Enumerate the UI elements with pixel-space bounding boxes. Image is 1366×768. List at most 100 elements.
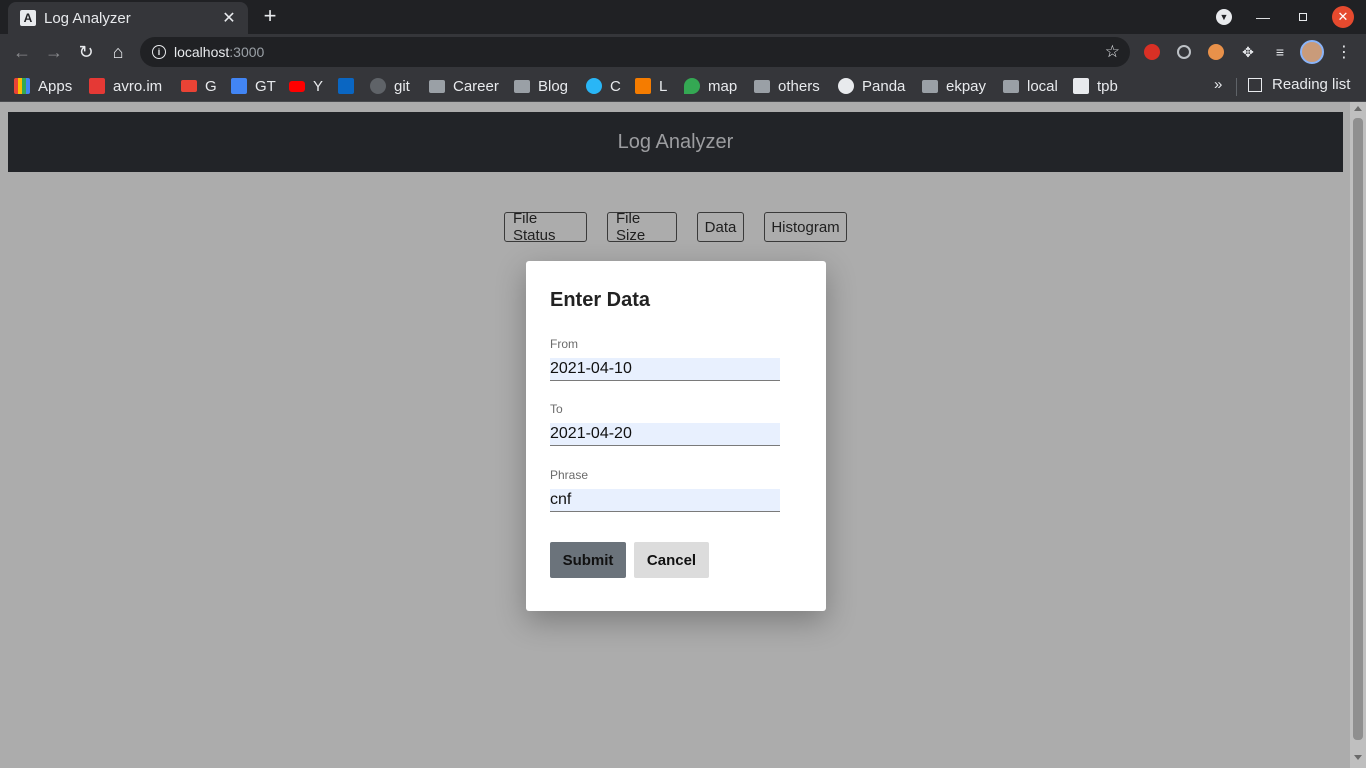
- bookmark-label: Apps: [38, 77, 73, 95]
- file-size-button[interactable]: File Size: [607, 210, 677, 244]
- bookmark-folder-local[interactable]: local: [1003, 76, 1058, 96]
- submit-button[interactable]: Submit: [550, 542, 626, 578]
- bookmark-linkedin[interactable]: [338, 76, 354, 96]
- bookmark-label: map: [708, 77, 738, 95]
- scroll-down-arrow-icon[interactable]: [1354, 755, 1362, 760]
- folder-icon: [429, 79, 445, 93]
- back-arrow-icon[interactable]: ←: [10, 40, 34, 64]
- bookmark-label: Career: [453, 77, 499, 95]
- bookmark-label: Blog: [538, 77, 569, 95]
- bookmark-label: Panda: [862, 77, 906, 95]
- reading-list-button[interactable]: Reading list: [1248, 76, 1350, 93]
- url-text: localhost:3000: [174, 44, 264, 60]
- bookmark-label: tpb: [1097, 77, 1118, 95]
- bookmark-label: ekpay: [946, 77, 987, 95]
- bookmark-youtube[interactable]: Y: [289, 76, 323, 96]
- avro-icon: [89, 78, 105, 94]
- scroll-thumb[interactable]: [1353, 118, 1363, 740]
- extension-owl-icon[interactable]: [1206, 42, 1226, 62]
- profile-avatar[interactable]: [1300, 40, 1324, 64]
- more-bookmarks-icon[interactable]: »: [1214, 76, 1222, 93]
- bookmark-folder-blog[interactable]: Blog: [514, 76, 568, 96]
- address-bar[interactable]: i localhost:3000 ☆: [140, 37, 1130, 67]
- bookmark-leetcode[interactable]: L: [635, 76, 667, 96]
- bookmark-label: L: [659, 77, 668, 95]
- to-date-input[interactable]: [550, 423, 780, 446]
- globe-icon: [586, 78, 602, 94]
- media-queue-icon[interactable]: ≡: [1270, 42, 1290, 62]
- tab-search-icon[interactable]: ▼: [1214, 6, 1234, 28]
- github-icon: [370, 78, 386, 94]
- to-label: To: [550, 402, 563, 416]
- window-close-icon[interactable]: ✕: [1332, 6, 1354, 28]
- new-tab-icon[interactable]: +: [258, 4, 282, 28]
- apps-grid-icon: [14, 78, 30, 94]
- bookmark-label: Y: [313, 77, 324, 95]
- app-header: Log Analyzer: [8, 112, 1343, 172]
- extension-darkmode-icon[interactable]: [1174, 42, 1194, 62]
- page-viewport: Log Analyzer File Status File Size Data …: [0, 102, 1350, 768]
- browser-tab[interactable]: A Log Analyzer ✕: [8, 2, 248, 34]
- from-date-input[interactable]: [550, 358, 780, 381]
- phrase-input[interactable]: [550, 489, 780, 512]
- histogram-button[interactable]: Histogram: [764, 212, 847, 242]
- reading-list-label: Reading list: [1272, 76, 1351, 93]
- gmail-icon: [181, 80, 197, 92]
- from-label: From: [550, 337, 578, 351]
- url-host: localhost: [174, 44, 230, 60]
- scroll-up-arrow-icon[interactable]: [1354, 106, 1362, 111]
- reading-list-icon: [1248, 77, 1262, 92]
- bookmarks-bar: Apps avro.im G GT Y git Career Blog C L …: [0, 70, 1366, 102]
- folder-icon: [754, 79, 770, 93]
- file-status-button[interactable]: File Status: [504, 210, 587, 244]
- browser-titlebar: A Log Analyzer ✕ + ▼ — ✕: [0, 0, 1366, 34]
- bookmark-tpb[interactable]: tpb: [1073, 76, 1118, 96]
- bookmark-gmail[interactable]: G: [181, 76, 217, 96]
- minimize-icon[interactable]: —: [1254, 6, 1272, 28]
- bookmark-apps[interactable]: Apps: [14, 76, 72, 96]
- data-button[interactable]: Data: [697, 212, 744, 242]
- map-pin-icon: [684, 78, 700, 94]
- panda-icon: [838, 78, 854, 94]
- bookmark-folder-others[interactable]: others: [754, 76, 820, 96]
- forward-arrow-icon[interactable]: →: [42, 40, 66, 64]
- folder-icon: [1003, 79, 1019, 93]
- tpb-icon: [1073, 78, 1089, 94]
- bookmark-folder-ekpay[interactable]: ekpay: [922, 76, 986, 96]
- folder-icon: [922, 79, 938, 93]
- browser-toolbar: ← → ↻ ⌂ i localhost:3000 ☆ ✥ ≡ ⋮: [0, 34, 1366, 70]
- bookmark-translate[interactable]: GT: [231, 76, 276, 96]
- bookmark-panda[interactable]: Panda: [838, 76, 905, 96]
- site-info-icon[interactable]: i: [152, 45, 166, 59]
- bookmark-label: G: [205, 77, 217, 95]
- extensions-puzzle-icon[interactable]: ✥: [1238, 42, 1258, 62]
- bookmarks-divider: [1236, 78, 1237, 96]
- browser-menu-icon[interactable]: ⋮: [1334, 42, 1354, 62]
- angular-favicon-icon: A: [20, 10, 36, 26]
- phrase-label: Phrase: [550, 468, 589, 482]
- bookmark-git[interactable]: git: [370, 76, 410, 96]
- leetcode-icon: [635, 78, 651, 94]
- maximize-icon[interactable]: [1294, 6, 1312, 28]
- bookmark-label: C: [610, 77, 621, 95]
- youtube-icon: [289, 80, 305, 92]
- app-title: Log Analyzer: [617, 130, 734, 153]
- folder-icon: [514, 79, 530, 93]
- page-scrollbar[interactable]: [1350, 102, 1366, 768]
- bookmark-label: avro.im: [113, 77, 163, 95]
- reload-icon[interactable]: ↻: [74, 40, 98, 64]
- bookmark-folder-career[interactable]: Career: [429, 76, 499, 96]
- bookmark-label: others: [778, 77, 820, 95]
- bookmark-star-icon[interactable]: ☆: [1105, 42, 1120, 62]
- cancel-button[interactable]: Cancel: [634, 542, 709, 578]
- extension-adblock-icon[interactable]: [1142, 42, 1162, 62]
- enter-data-dialog: Enter Data From To Phrase Submit Cancel: [526, 261, 826, 611]
- tab-close-icon[interactable]: ✕: [220, 8, 238, 28]
- bookmark-avro[interactable]: avro.im: [89, 76, 162, 96]
- bookmark-c[interactable]: C: [586, 76, 621, 96]
- bookmark-label: GT: [255, 77, 276, 95]
- google-translate-icon: [231, 78, 247, 94]
- home-icon[interactable]: ⌂: [106, 40, 130, 64]
- bookmark-map[interactable]: map: [684, 76, 737, 96]
- tab-title: Log Analyzer: [44, 9, 131, 27]
